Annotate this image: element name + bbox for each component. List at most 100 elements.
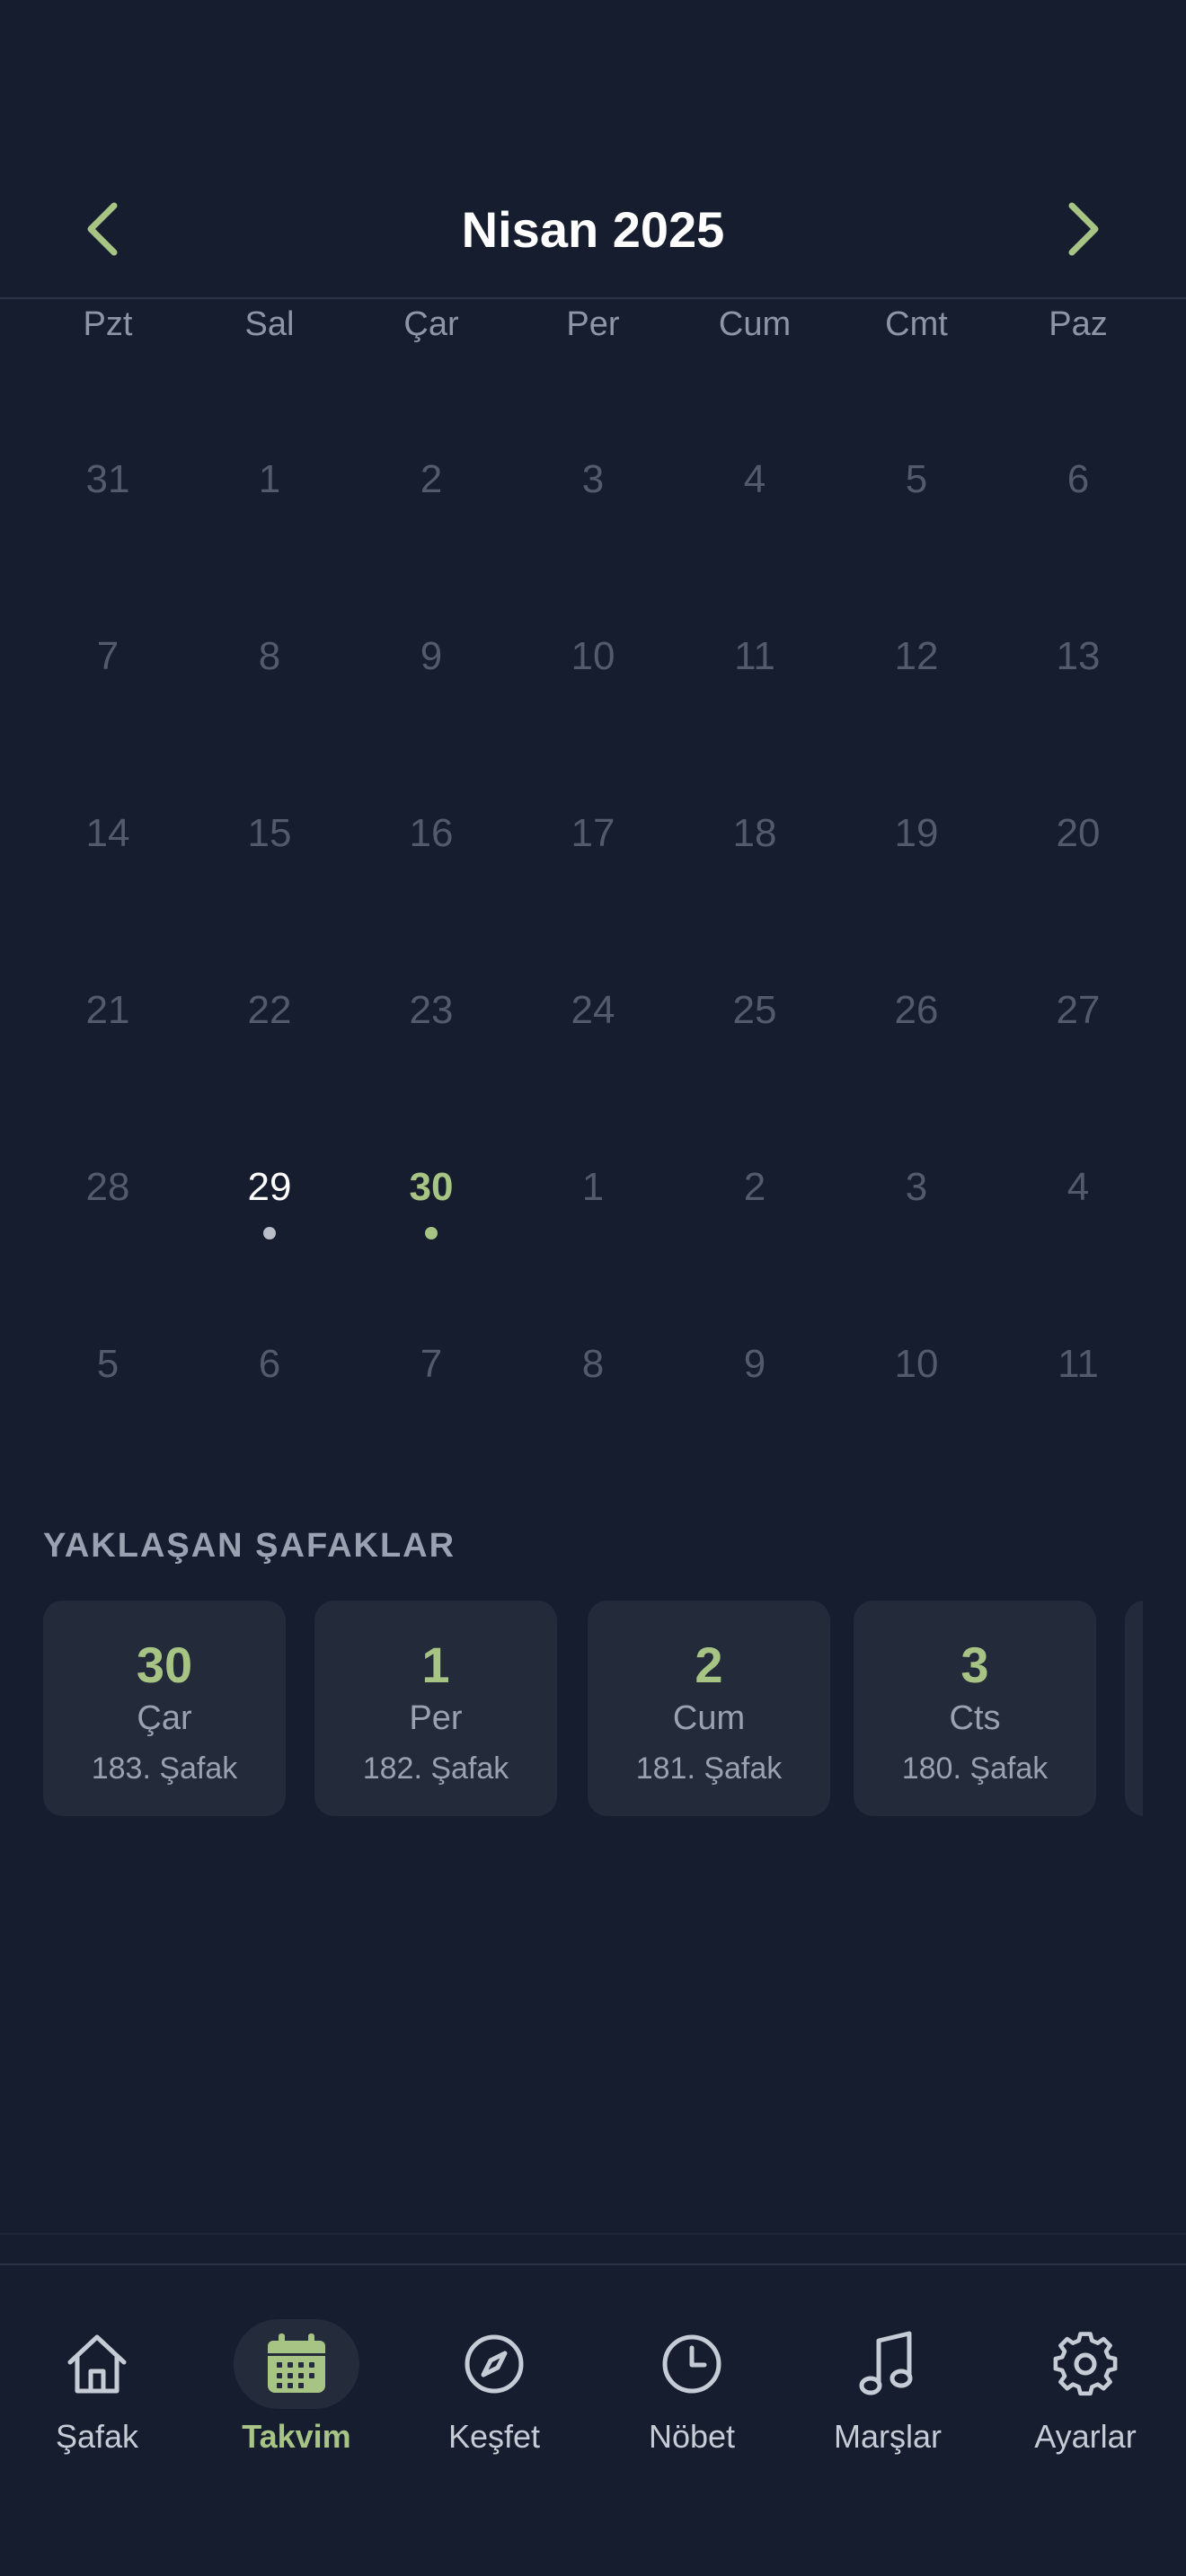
calendar-icon (268, 2333, 325, 2393)
calendar-day[interactable]: 30 (350, 1101, 512, 1278)
upcoming-card-weekday: Cum (672, 1699, 746, 1737)
upcoming-card-day: 2 (695, 1636, 723, 1693)
upcoming-card[interactable]: 1 Per 182. Şafak (314, 1601, 557, 1816)
home-icon (67, 2334, 127, 2394)
calendar-day-number: 23 (409, 988, 454, 1032)
calendar-day-number: 11 (734, 634, 775, 678)
tab-ayarlar[interactable]: Ayarlar (1005, 2319, 1166, 2499)
calendar-day-number: 6 (1067, 457, 1090, 501)
calendar-day[interactable]: 12 (836, 570, 997, 747)
calendar-day[interactable]: 3 (836, 1101, 997, 1278)
calendar-day[interactable]: 3 (512, 393, 674, 570)
upcoming-card-safak: 180. Şafak (901, 1751, 1049, 1786)
calendar-day[interactable]: 19 (836, 747, 997, 924)
upcoming-card-partial[interactable] (1125, 1601, 1143, 1816)
calendar-day[interactable]: 11 (997, 1278, 1159, 1455)
calendar-day-number: 15 (247, 811, 292, 855)
tab-safak[interactable]: Şafak (16, 2319, 178, 2499)
calendar-day[interactable]: 9 (674, 1278, 836, 1455)
upcoming-cards: 30 Çar 183. Şafak 1 Per 182. Şafak 2 Cum… (43, 1601, 1143, 1816)
upcoming-card[interactable]: 2 Cum 181. Şafak (588, 1601, 830, 1816)
calendar-day[interactable]: 8 (512, 1278, 674, 1455)
calendar-day-number: 30 (409, 1165, 454, 1209)
tab-takvim[interactable]: Takvim (216, 2319, 377, 2499)
calendar-day-number: 3 (581, 457, 605, 501)
calendar-day-number: 7 (96, 634, 119, 678)
calendar-day[interactable]: 4 (674, 393, 836, 570)
calendar-day[interactable]: 1 (189, 393, 350, 570)
calendar-day-number: 24 (571, 988, 615, 1032)
month-title: Nisan 2025 (461, 200, 725, 258)
calendar-day-number: 25 (732, 988, 777, 1032)
calendar-day[interactable]: 4 (997, 1101, 1159, 1278)
calendar-day[interactable]: 7 (27, 570, 189, 747)
calendar-day[interactable]: 10 (836, 1278, 997, 1455)
calendar-day[interactable]: 23 (350, 924, 512, 1101)
calendar-day[interactable]: 15 (189, 747, 350, 924)
calendar-day[interactable]: 8 (189, 570, 350, 747)
calendar-day[interactable]: 26 (836, 924, 997, 1101)
calendar-day-number: 19 (894, 811, 939, 855)
next-month-button[interactable] (1033, 180, 1132, 278)
calendar-day-number: 3 (905, 1165, 928, 1209)
compass-icon (465, 2334, 524, 2394)
calendar-day[interactable]: 11 (674, 570, 836, 747)
chevron-right-icon (1068, 202, 1099, 256)
calendar-day-number: 1 (581, 1165, 605, 1209)
bottom-tab-bar: Şafak Takvim Keşfet Nöbet Marşlar Ayarla… (0, 2265, 1186, 2576)
calendar-day[interactable]: 7 (350, 1278, 512, 1455)
music-note-icon (859, 2331, 913, 2395)
calendar-day[interactable]: 31 (27, 393, 189, 570)
calendar-day-number: 21 (85, 988, 130, 1032)
calendar-day[interactable]: 21 (27, 924, 189, 1101)
upcoming-card-day: 3 (960, 1636, 989, 1693)
calendar-day[interactable]: 5 (836, 393, 997, 570)
calendar-day[interactable]: 16 (350, 747, 512, 924)
calendar-day[interactable]: 27 (997, 924, 1159, 1101)
upcoming-card-day: 1 (421, 1636, 450, 1693)
calendar-day[interactable]: 2 (674, 1101, 836, 1278)
calendar-day[interactable]: 5 (27, 1278, 189, 1455)
calendar-day-number: 17 (571, 811, 615, 855)
tab-label: Keşfet (447, 2418, 541, 2455)
calendar-day[interactable]: 18 (674, 747, 836, 924)
calendar-day[interactable]: 6 (997, 393, 1159, 570)
calendar-day-number: 16 (409, 811, 454, 855)
calendar-day-number: 10 (894, 1342, 939, 1386)
upcoming-card[interactable]: 30 Çar 183. Şafak (43, 1601, 286, 1816)
gear-icon (1053, 2332, 1118, 2396)
calendar-day[interactable]: 29 (189, 1101, 350, 1278)
calendar-day-number: 18 (732, 811, 777, 855)
calendar-day-number: 27 (1056, 988, 1101, 1032)
tab-nobet[interactable]: Nöbet (611, 2319, 773, 2499)
tab-label: Şafak (55, 2418, 139, 2455)
calendar-day[interactable]: 2 (350, 393, 512, 570)
calendar-day-number: 9 (420, 634, 443, 678)
calendar-day[interactable]: 24 (512, 924, 674, 1101)
calendar-day[interactable]: 25 (674, 924, 836, 1101)
tab-marslar[interactable]: Marşlar (807, 2319, 969, 2499)
calendar-day-number: 31 (85, 457, 130, 501)
upcoming-card-day: 30 (136, 1636, 193, 1693)
weekday-label: Pzt (83, 305, 133, 343)
calendar-day[interactable]: 17 (512, 747, 674, 924)
weekday-label: Sal (244, 305, 295, 343)
calendar-day[interactable]: 14 (27, 747, 189, 924)
weekday-label: Paz (1049, 305, 1108, 343)
weekday-label: Cum (718, 305, 792, 343)
calendar-day[interactable]: 6 (189, 1278, 350, 1455)
calendar-day[interactable]: 13 (997, 570, 1159, 747)
calendar-day[interactable]: 10 (512, 570, 674, 747)
calendar-day-number: 1 (258, 457, 281, 501)
calendar-day-number: 13 (1056, 634, 1101, 678)
calendar-day-number: 4 (1067, 1165, 1090, 1209)
calendar-day[interactable]: 22 (189, 924, 350, 1101)
upcoming-card-safak: 183. Şafak (91, 1751, 238, 1786)
tab-label: Takvim (242, 2418, 351, 2455)
calendar-day[interactable]: 1 (512, 1101, 674, 1278)
upcoming-card[interactable]: 3 Cts 180. Şafak (854, 1601, 1096, 1816)
tab-kesfet[interactable]: Keşfet (413, 2319, 575, 2499)
calendar-day[interactable]: 28 (27, 1101, 189, 1278)
calendar-day[interactable]: 9 (350, 570, 512, 747)
calendar-day[interactable]: 20 (997, 747, 1159, 924)
